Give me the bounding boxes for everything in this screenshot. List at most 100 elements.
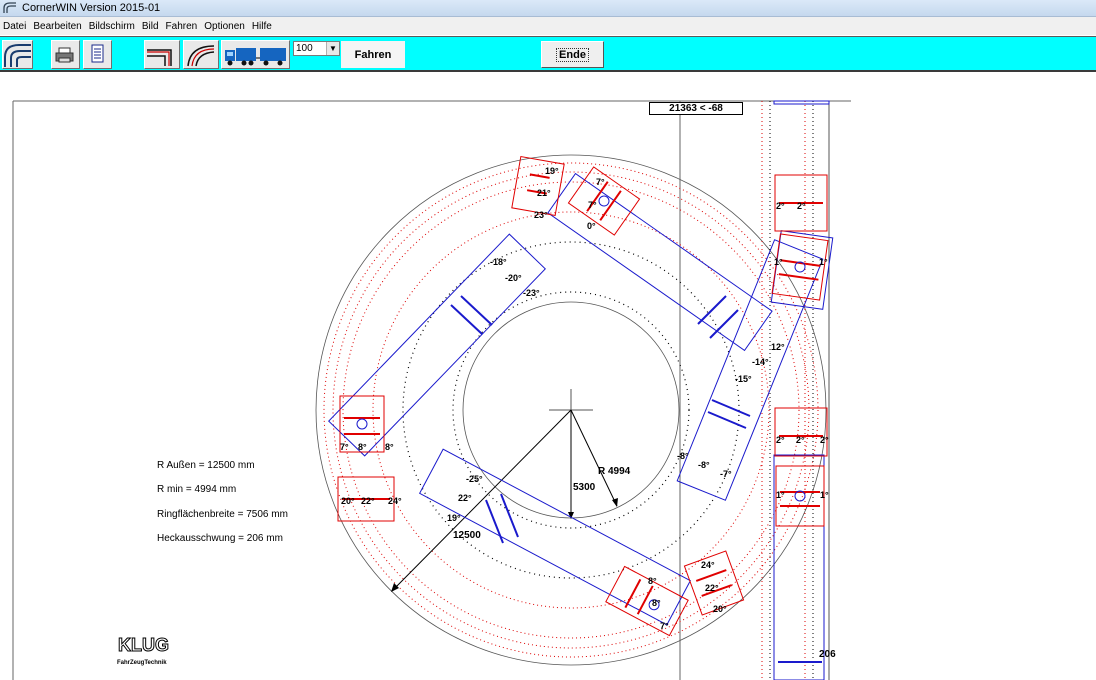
window-title: CornerWIN Version 2015-01 <box>22 2 161 14</box>
router-label: 12500 <box>453 530 481 541</box>
rmin-arrow <box>612 498 618 507</box>
vehicle-bodies <box>328 100 834 680</box>
title-bar: CornerWIN Version 2015-01 <box>0 0 1096 17</box>
angle-label: 24° <box>701 560 715 570</box>
axle-2 <box>460 295 493 326</box>
app-icon <box>3 2 16 13</box>
corner-road-button[interactable] <box>144 40 180 69</box>
klug-logo: KLUG FahrZeugTechnik <box>117 635 170 667</box>
tractor-right-mid <box>774 407 828 457</box>
angle-label: 0° <box>587 221 596 231</box>
angle-label: -14° <box>752 357 769 367</box>
angle-label: 12° <box>771 342 785 352</box>
menu-hilfe[interactable]: Hilfe <box>249 21 275 32</box>
angle-label: 1° <box>774 257 783 267</box>
angle-label: 2° <box>776 435 785 445</box>
axle-3 <box>485 499 504 544</box>
angle-label: 2° <box>796 435 805 445</box>
angle-label: 8° <box>385 442 394 452</box>
axle-7 <box>707 411 747 429</box>
right-angle-road-icon <box>147 49 172 66</box>
axle-4 <box>500 493 519 538</box>
r-aussen-text: R Außen = 12500 mm <box>157 460 255 471</box>
angle-label: 22° <box>361 496 375 506</box>
curve-road-button[interactable] <box>183 40 219 69</box>
heckausschwung-text: Heckausschwung = 206 mm <box>157 533 283 544</box>
angle-label: -15° <box>735 374 752 384</box>
angle-label: 23° <box>534 210 548 220</box>
fahren-button[interactable]: Fahren <box>341 41 405 68</box>
trailer-body-2 <box>328 233 546 457</box>
menu-fahren[interactable]: Fahren <box>163 21 201 32</box>
angle-label: 1° <box>776 490 785 500</box>
toolbar: 100 ▼ Fahren Ende <box>0 36 1096 72</box>
angle-label: 24° <box>388 496 402 506</box>
center-height-label: 5300 <box>573 482 596 493</box>
zoom-select[interactable]: 100 ▼ <box>293 41 340 56</box>
axles <box>450 295 822 663</box>
r-min-text: R min = 4994 mm <box>157 484 237 495</box>
menu-bar: Datei Bearbeiten Bildschirm Bild Fahren … <box>0 17 1096 35</box>
angle-label: -7° <box>720 469 732 479</box>
straight-trailer-body <box>773 454 825 680</box>
angle-label: 2° <box>820 435 829 445</box>
wheel-groups <box>337 155 829 637</box>
axle-6 <box>709 309 739 339</box>
chevron-down-icon[interactable]: ▼ <box>326 42 339 55</box>
curve-road-icon <box>4 44 31 67</box>
svg-text:KLUG: KLUG <box>118 635 169 655</box>
angle-label: 19° <box>447 513 461 523</box>
angle-label: 7° <box>596 177 605 187</box>
angle-label: -18° <box>490 257 507 267</box>
angle-label: -23° <box>523 288 540 298</box>
axle-1 <box>450 304 483 335</box>
curve-view-button[interactable] <box>2 40 33 69</box>
angle-labels: 19° 21° 23° 7° 7° 0° -18° -20° -23° 2° 2… <box>340 166 829 631</box>
angle-label: 21° <box>537 188 551 198</box>
vehicle-top-left <box>328 233 546 457</box>
angle-label: 7° <box>340 442 349 452</box>
drawing-canvas[interactable]: 19° 21° 23° 7° 7° 0° -18° -20° -23° 2° 2… <box>0 74 1096 680</box>
angle-label: -8° <box>698 460 710 470</box>
menu-optionen[interactable]: Optionen <box>201 21 248 32</box>
semitrailer-body-1 <box>547 172 773 352</box>
printer-icon <box>55 47 74 63</box>
menu-bild[interactable]: Bild <box>139 21 162 32</box>
angle-label: 2° <box>776 201 785 211</box>
angle-label: 7° <box>588 200 597 210</box>
document-button[interactable] <box>83 40 112 69</box>
axle-5 <box>697 295 727 325</box>
svg-text:FahrZeugTechnik: FahrZeugTechnik <box>117 660 167 666</box>
menu-bildschirm[interactable]: Bildschirm <box>86 21 138 32</box>
angle-label: 1° <box>819 257 828 267</box>
router-dimension-line <box>391 409 572 592</box>
print-button[interactable] <box>51 40 80 69</box>
angle-label: 8° <box>652 598 661 608</box>
menu-datei[interactable]: Datei <box>0 21 29 32</box>
position-readout: 21363 < -68 <box>649 102 743 115</box>
angle-label: -20° <box>505 273 522 283</box>
angle-label: 1° <box>820 490 829 500</box>
ende-button[interactable]: Ende <box>541 41 604 68</box>
angle-label: 7° <box>660 621 669 631</box>
angle-label: 19° <box>545 166 559 176</box>
rmin-label: R 4994 <box>598 466 631 477</box>
vehicle-select-button[interactable] <box>221 40 290 69</box>
angle-label: 22° <box>458 493 472 503</box>
ende-label: Ende <box>556 47 589 62</box>
straight-top-body <box>773 100 830 105</box>
angle-label: -25° <box>466 474 483 484</box>
vehicle-top-right <box>547 172 773 352</box>
angle-label: 20° <box>713 604 727 614</box>
axle-8 <box>711 399 751 417</box>
menu-bearbeiten[interactable]: Bearbeiten <box>30 21 84 32</box>
document-icon <box>91 44 104 63</box>
angle-label: 20° <box>341 496 355 506</box>
ringflaeche-text: Ringflächenbreite = 7506 mm <box>157 509 288 520</box>
rear-swing-label: 206 <box>819 649 836 660</box>
curved-road-icon <box>187 45 215 67</box>
angle-label: -8° <box>677 451 689 461</box>
angle-label: 2° <box>797 201 806 211</box>
router-arrow <box>391 583 399 592</box>
angle-label: 8° <box>358 442 367 452</box>
